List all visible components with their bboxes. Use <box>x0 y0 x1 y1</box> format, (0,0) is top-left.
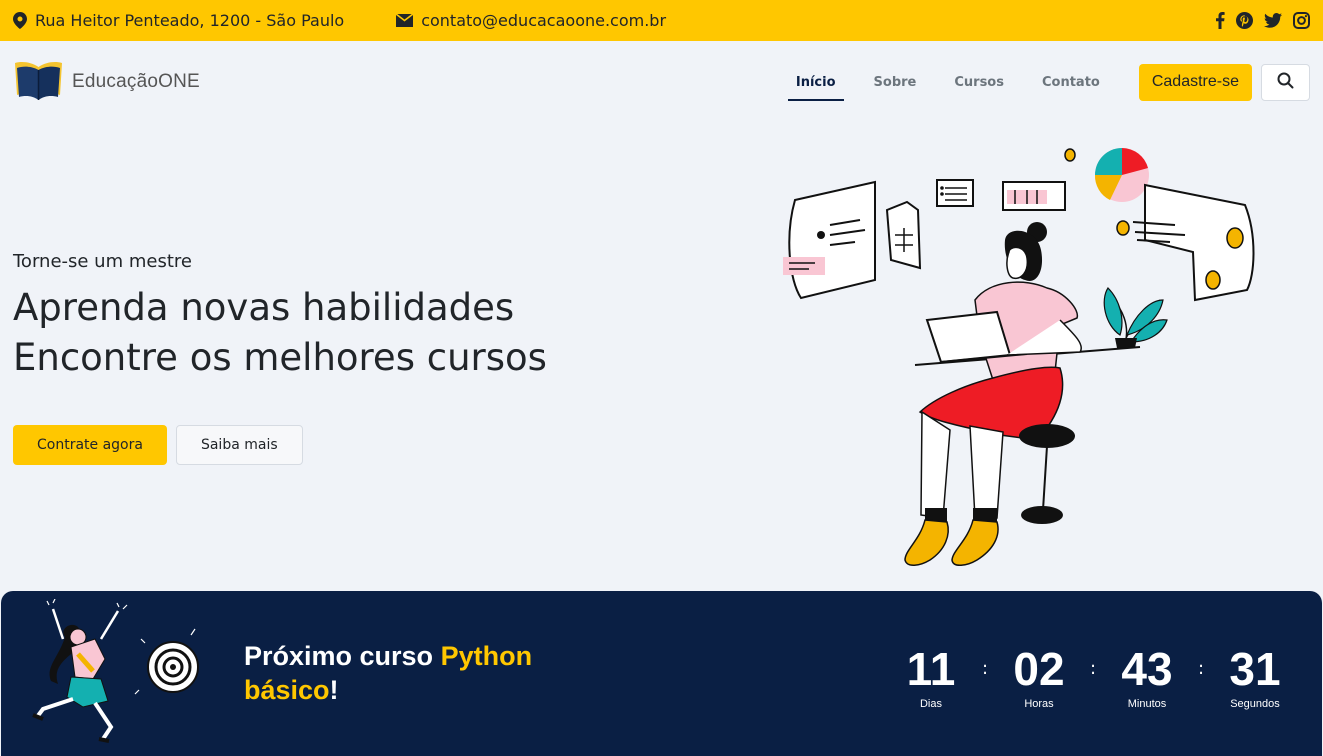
email-text[interactable]: contato@educacaoone.com.br <box>421 11 666 30</box>
countdown-minutes-value: 43 <box>1121 643 1173 695</box>
hero-title: Aprenda novas habilidades Encontre os me… <box>13 283 547 383</box>
brand[interactable]: EducaçãoONE <box>13 59 200 105</box>
brand-name: EducaçãoONE <box>72 71 200 92</box>
hero-subtitle: Torne-se um mestre <box>13 251 192 272</box>
countdown-seconds-label: Segundos <box>1230 698 1280 710</box>
nav-item-cursos[interactable]: Cursos <box>946 63 1012 101</box>
map-pin-icon <box>13 12 27 29</box>
countdown-minutes: 43 Minutos <box>1117 643 1177 710</box>
nav-item-inicio[interactable]: Início <box>787 63 844 101</box>
main-navbar: EducaçãoONE Início Sobre Cursos Contato … <box>0 41 1323 123</box>
jumping-woman-target-illustration <box>32 599 199 743</box>
hire-now-button[interactable]: Contrate agora <box>13 425 167 465</box>
learn-more-button[interactable]: Saiba mais <box>175 425 303 465</box>
nav-item-contato[interactable]: Contato <box>1034 63 1108 101</box>
email-item[interactable]: contato@educacaoone.com.br <box>396 11 666 30</box>
course-name-highlight: Python <box>440 641 533 671</box>
countdown-minutes-label: Minutos <box>1127 698 1167 710</box>
top-bar: Rua Heitor Penteado, 1200 - São Paulo co… <box>0 0 1323 41</box>
search-button[interactable] <box>1261 63 1310 101</box>
search-icon <box>1277 72 1294 93</box>
envelope-icon <box>396 14 414 27</box>
hero-title-line-2: Encontre os melhores cursos <box>13 336 547 379</box>
nav-menu: Início Sobre Cursos Contato Cadastre-se <box>766 63 1310 101</box>
pinterest-icon[interactable] <box>1236 12 1253 29</box>
instagram-icon[interactable] <box>1293 12 1310 29</box>
countdown-seconds-value: 31 <box>1229 643 1281 695</box>
countdown-hours-label: Horas <box>1024 698 1054 710</box>
countdown-seconds: 31 Segundos <box>1225 643 1285 710</box>
countdown-separator: : <box>1197 658 1205 679</box>
heading-suffix: ! <box>329 675 339 705</box>
heading-prefix: Próximo curso <box>244 641 441 671</box>
hero-buttons: Contrate agora Saiba mais <box>13 425 303 465</box>
countdown-timer: 11 Dias : 02 Horas : 43 Minutos : 31 Seg… <box>901 643 1285 710</box>
next-course-banner: Próximo curso Python básico! 11 Dias : 02… <box>1 591 1322 756</box>
next-course-heading: Próximo curso Python básico! <box>244 639 532 707</box>
social-links <box>1215 12 1310 29</box>
hero-title-line-1: Aprenda novas habilidades <box>13 286 515 329</box>
nav-item-sobre[interactable]: Sobre <box>866 63 925 101</box>
course-level-highlight: básico <box>244 675 330 705</box>
twitter-icon[interactable] <box>1264 13 1282 28</box>
address-text: Rua Heitor Penteado, 1200 - São Paulo <box>35 11 345 30</box>
woman-at-laptop-illustration <box>783 148 1255 566</box>
countdown-days-value: 11 <box>906 643 956 695</box>
countdown-hours-value: 02 <box>1013 643 1065 695</box>
open-book-icon <box>13 59 64 105</box>
countdown-separator: : <box>1089 658 1097 679</box>
signup-button[interactable]: Cadastre-se <box>1138 63 1252 101</box>
facebook-icon[interactable] <box>1215 12 1225 29</box>
countdown-separator: : <box>981 658 989 679</box>
countdown-hours: 02 Horas <box>1009 643 1069 710</box>
countdown-days-label: Dias <box>919 698 942 710</box>
countdown-days: 11 Dias <box>901 643 961 710</box>
address-item: Rua Heitor Penteado, 1200 - São Paulo <box>13 11 344 30</box>
